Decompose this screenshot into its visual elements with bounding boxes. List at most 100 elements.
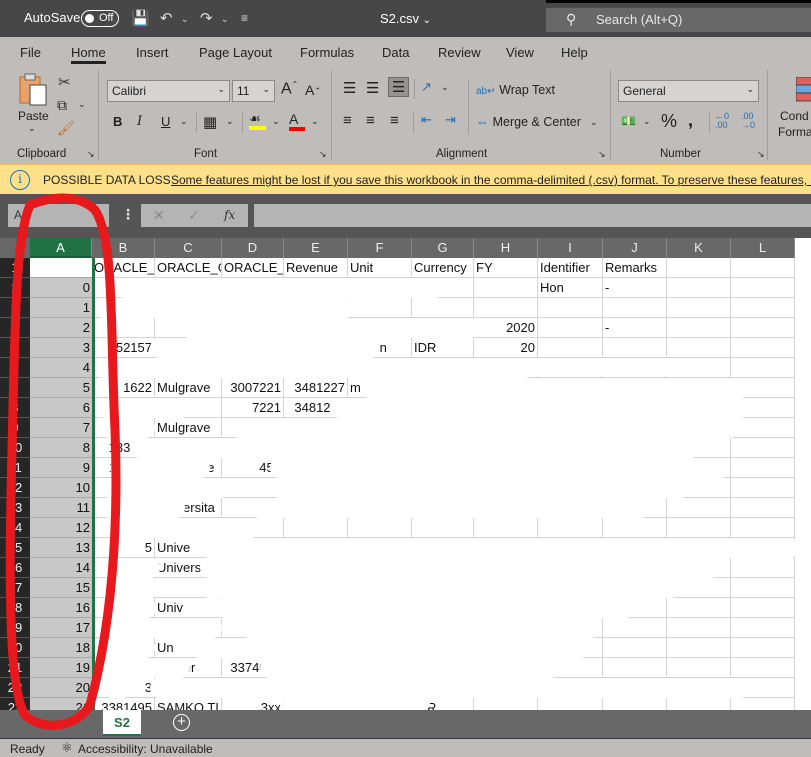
fill-color-button[interactable]: ☙ bbox=[249, 111, 267, 131]
search-box[interactable]: ⚲ Search (Alt+Q) bbox=[546, 8, 811, 32]
header-cell[interactable]: ORACLE_D bbox=[92, 258, 155, 278]
index-cell[interactable]: 7 bbox=[30, 418, 92, 438]
column-header-h[interactable]: H bbox=[474, 238, 538, 258]
header-cell[interactable]: Unit bbox=[348, 258, 412, 278]
index-cell[interactable]: 15 bbox=[30, 578, 92, 598]
align-right-icon[interactable]: ≡ bbox=[390, 112, 399, 129]
underline-button[interactable]: U bbox=[161, 114, 170, 129]
save-icon[interactable]: 💾 bbox=[131, 9, 150, 27]
clipboard-launcher-icon[interactable]: ↘ bbox=[87, 149, 95, 160]
select-all-corner[interactable] bbox=[0, 238, 30, 258]
row-header[interactable]: 18 bbox=[0, 598, 30, 618]
index-cell[interactable]: 16 bbox=[30, 598, 92, 618]
row-header[interactable]: 15 bbox=[0, 538, 30, 558]
empty-cell[interactable] bbox=[667, 658, 731, 678]
index-cell[interactable]: 2 bbox=[30, 318, 92, 338]
decrease-indent-icon[interactable]: ⇤ bbox=[421, 112, 432, 128]
undo-dropdown-icon[interactable]: ⌄ bbox=[181, 14, 189, 25]
font-color-button[interactable]: A bbox=[289, 111, 307, 131]
data-cell[interactable] bbox=[603, 658, 667, 678]
data-cell[interactable] bbox=[474, 518, 538, 538]
customize-toolbar-icon[interactable]: ≡ bbox=[241, 11, 248, 25]
data-cell[interactable]: Univ bbox=[155, 598, 222, 618]
header-cell[interactable]: FY bbox=[474, 258, 538, 278]
data-cell[interactable]: Mulgrave bbox=[155, 378, 222, 398]
decrease-decimal-icon[interactable]: .00 →0 bbox=[741, 112, 755, 130]
italic-button[interactable]: I bbox=[137, 114, 142, 129]
index-cell[interactable]: 4 bbox=[30, 358, 92, 378]
empty-cell[interactable] bbox=[731, 518, 795, 538]
data-cell[interactable] bbox=[603, 618, 667, 638]
data-cell[interactable]: 3xx bbox=[222, 698, 284, 710]
empty-cell[interactable] bbox=[731, 418, 795, 438]
bottom-align-icon[interactable]: ☰ bbox=[388, 77, 410, 97]
row-header[interactable]: 14 bbox=[0, 518, 30, 538]
orientation-icon[interactable]: ↗ bbox=[421, 79, 432, 95]
empty-cell[interactable] bbox=[731, 438, 795, 458]
enter-icon[interactable]: ✓ bbox=[188, 207, 200, 224]
data-cell[interactable] bbox=[474, 278, 538, 298]
name-box[interactable]: A1 ▼ bbox=[8, 204, 109, 227]
alignment-launcher-icon[interactable]: ↘ bbox=[598, 149, 606, 160]
cut-icon[interactable]: ✂ bbox=[58, 73, 71, 91]
data-cell[interactable]: - bbox=[603, 318, 667, 338]
row-header[interactable]: 1 bbox=[0, 258, 30, 278]
tab-formulas[interactable]: Formulas bbox=[300, 45, 354, 60]
tab-data[interactable]: Data bbox=[382, 45, 409, 60]
middle-align-icon[interactable]: ☰ bbox=[366, 79, 379, 97]
column-header-j[interactable]: J bbox=[603, 238, 667, 258]
data-cell[interactable] bbox=[348, 518, 412, 538]
data-cell[interactable] bbox=[538, 338, 603, 358]
wrap-text-button[interactable]: ab↵ Wrap Text bbox=[476, 82, 555, 97]
data-cell[interactable] bbox=[603, 298, 667, 318]
font-launcher-icon[interactable]: ↘ bbox=[319, 149, 327, 160]
underline-dropdown-icon[interactable]: ⌄ bbox=[180, 116, 188, 127]
empty-cell[interactable] bbox=[731, 478, 795, 498]
data-cell[interactable] bbox=[412, 518, 474, 538]
index-cell[interactable]: 20 bbox=[30, 678, 92, 698]
sheet-tab-s2[interactable]: S2 bbox=[103, 710, 141, 736]
data-cell[interactable] bbox=[284, 518, 348, 538]
data-cell[interactable]: 3481227 bbox=[284, 378, 348, 398]
empty-cell[interactable] bbox=[667, 338, 731, 358]
index-cell[interactable]: 21 bbox=[30, 698, 92, 710]
index-cell[interactable]: 0 bbox=[30, 278, 92, 298]
empty-cell[interactable] bbox=[667, 318, 731, 338]
row-header[interactable]: 19 bbox=[0, 618, 30, 638]
tab-file[interactable]: File bbox=[20, 45, 41, 60]
empty-cell[interactable] bbox=[731, 658, 795, 678]
tab-review[interactable]: Review bbox=[438, 45, 481, 60]
row-header[interactable]: 13 bbox=[0, 498, 30, 518]
tab-help[interactable]: Help bbox=[561, 45, 588, 60]
copy-icon[interactable]: ⧉ bbox=[57, 97, 67, 114]
data-cell[interactable] bbox=[538, 698, 603, 710]
column-header-c[interactable]: C bbox=[155, 238, 222, 258]
align-left-icon[interactable]: ≡ bbox=[343, 112, 352, 129]
row-header[interactable]: 17 bbox=[0, 578, 30, 598]
data-cell[interactable] bbox=[603, 638, 667, 658]
row-header[interactable]: 7 bbox=[0, 378, 30, 398]
empty-cell[interactable] bbox=[731, 458, 795, 478]
data-cell[interactable]: - bbox=[603, 278, 667, 298]
column-header-i[interactable]: I bbox=[538, 238, 603, 258]
paste-label[interactable]: Paste bbox=[18, 109, 49, 123]
row-header[interactable]: 4 bbox=[0, 318, 30, 338]
row-header[interactable]: 11 bbox=[0, 458, 30, 478]
column-header-g[interactable]: G bbox=[412, 238, 474, 258]
empty-cell[interactable] bbox=[731, 498, 795, 518]
row-header[interactable]: 6 bbox=[0, 358, 30, 378]
empty-cell[interactable] bbox=[731, 278, 795, 298]
index-cell[interactable]: 3 bbox=[30, 338, 92, 358]
empty-cell[interactable] bbox=[667, 498, 731, 518]
empty-cell[interactable] bbox=[731, 318, 795, 338]
paste-dropdown-icon[interactable]: ⌄ bbox=[28, 123, 36, 134]
index-cell[interactable]: 10 bbox=[30, 478, 92, 498]
index-cell[interactable]: 9 bbox=[30, 458, 92, 478]
index-cell[interactable]: 8 bbox=[30, 438, 92, 458]
data-cell[interactable] bbox=[603, 698, 667, 710]
column-header-e[interactable]: E bbox=[284, 238, 348, 258]
column-header-l[interactable]: L bbox=[731, 238, 795, 258]
align-center-icon[interactable]: ≡ bbox=[366, 112, 375, 129]
increase-indent-icon[interactable]: ⇥ bbox=[445, 112, 456, 128]
data-cell[interactable]: 52157 bbox=[92, 338, 155, 358]
